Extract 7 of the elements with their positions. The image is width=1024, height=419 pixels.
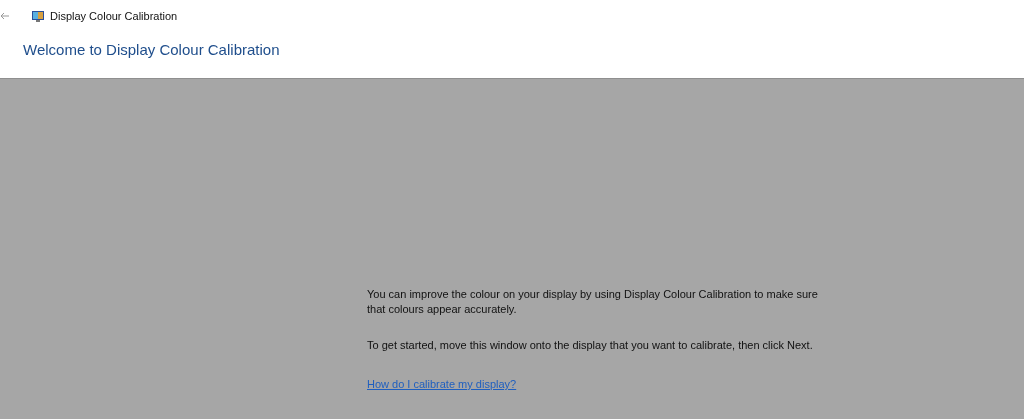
page-heading: Welcome to Display Colour Calibration bbox=[23, 41, 281, 58]
help-link[interactable]: How do I calibrate my display? bbox=[367, 378, 517, 390]
back-icon[interactable] bbox=[0, 12, 10, 20]
instruction-text: You can improve the colour on your display by using Display Colour Calibration to make sure that colours appear accurately. bbox=[367, 287, 819, 317]
instruction-text: To get started, move this window onto the display that you want to calibrate, then click Next. bbox=[367, 338, 814, 353]
monitor-icon bbox=[31, 9, 45, 23]
window-title: Display Colour Calibration bbox=[50, 10, 178, 22]
